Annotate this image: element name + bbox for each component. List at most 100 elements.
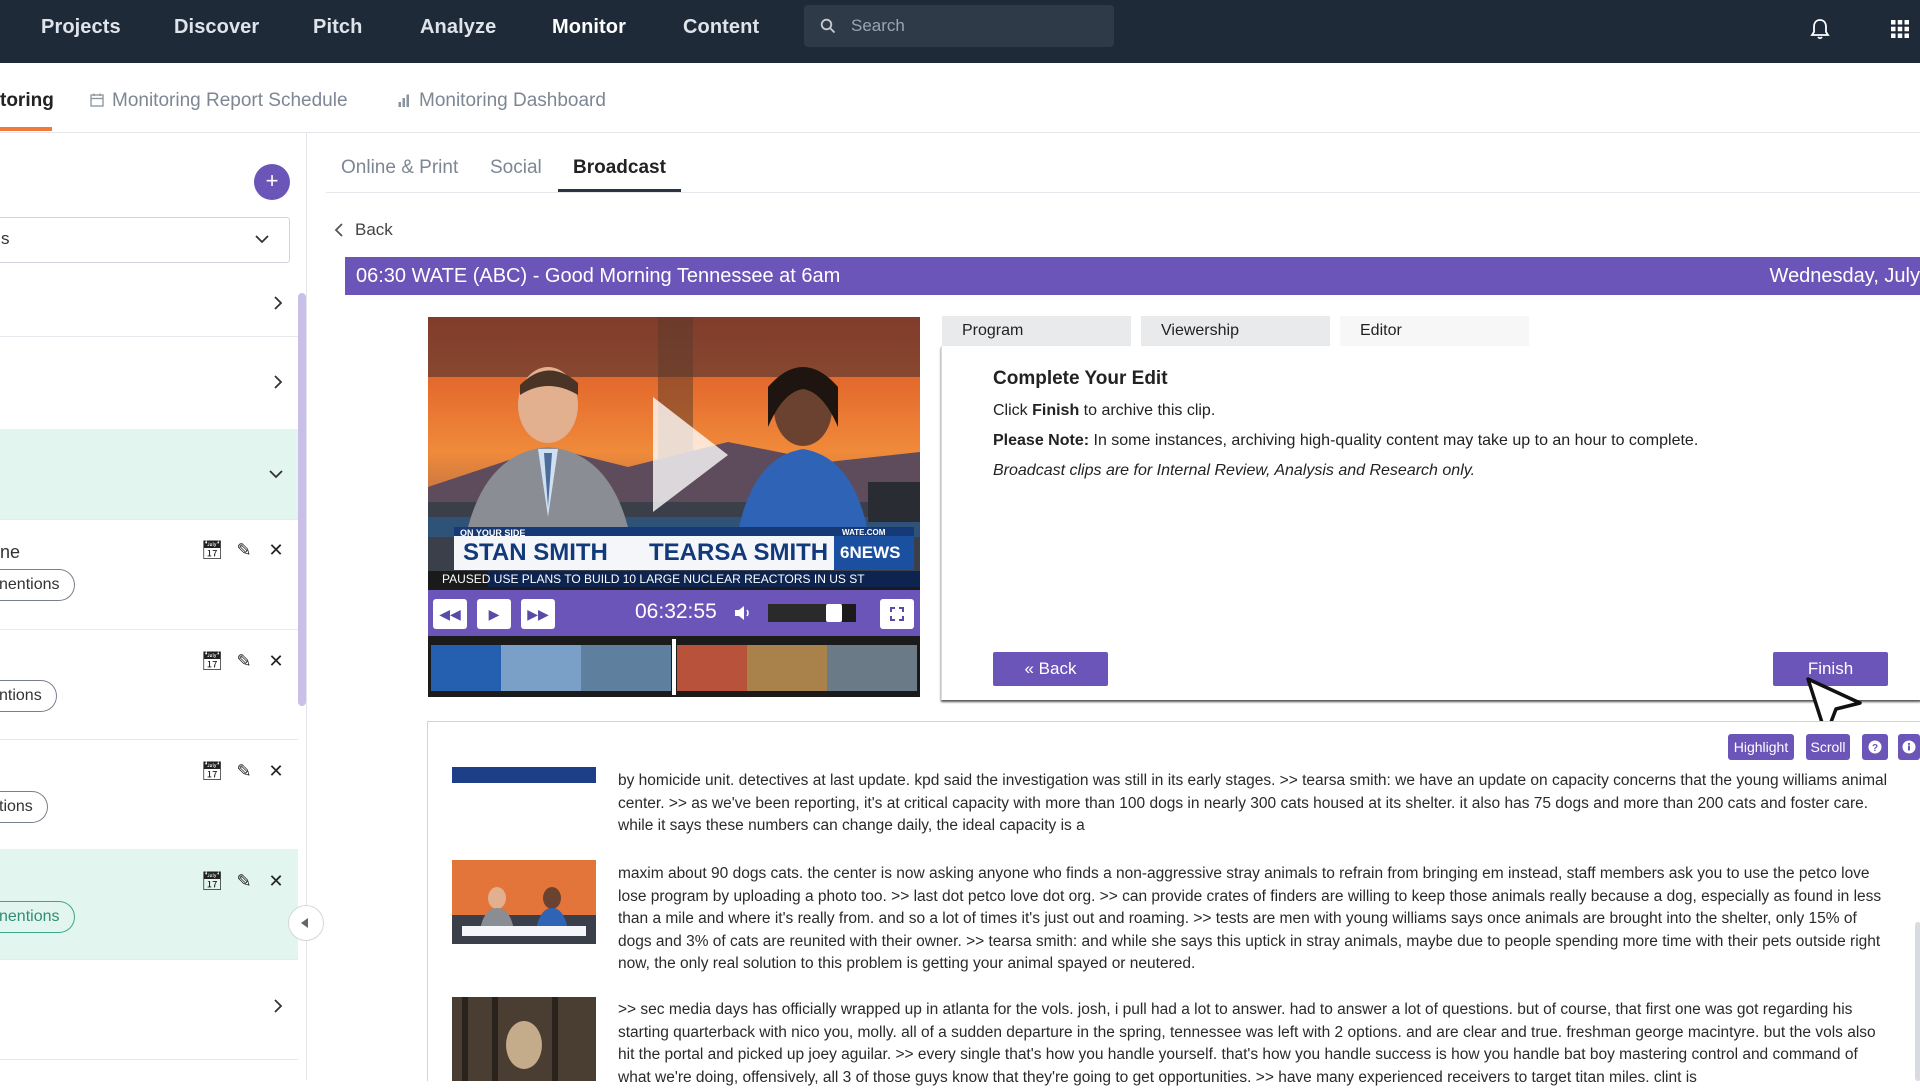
- monitor-item-name: ne: [0, 542, 21, 562]
- transcript-paragraph: by homicide unit. detectives at last upd…: [618, 772, 1888, 834]
- tab-online-print[interactable]: Online & Print: [341, 157, 458, 179]
- top-navbar: Projects Discover Pitch Analyze Monitor …: [0, 0, 1920, 63]
- nav-pitch[interactable]: Pitch: [313, 16, 362, 39]
- thumbnail-filmstrip[interactable]: [428, 639, 920, 695]
- search-input[interactable]: Search: [804, 5, 1114, 47]
- monitor-filter-dropdown[interactable]: s: [0, 217, 290, 263]
- lower-third-tag: ON YOUR SIDE: [460, 528, 526, 538]
- monitor-item-selected[interactable]: 📅︎ ✎ ✕ nentions: [0, 849, 298, 960]
- tab-editor[interactable]: Editor: [1340, 316, 1529, 346]
- clip-title: 06:30 WATE (ABC) - Good Morning Tennesse…: [356, 265, 841, 287]
- search-icon: [820, 18, 836, 34]
- calendar-icon[interactable]: 📅︎: [196, 871, 228, 892]
- calendar-icon[interactable]: 📅︎: [196, 651, 228, 672]
- subnav-active-indicator: [0, 127, 52, 131]
- search-placeholder: Search: [851, 16, 905, 35]
- calendar-icon[interactable]: 📅︎: [196, 540, 228, 561]
- playback-time: 06:32:55: [635, 600, 717, 623]
- volume-icon[interactable]: [734, 605, 752, 621]
- mentions-pill[interactable]: ntions: [0, 680, 57, 712]
- volume-slider[interactable]: [768, 604, 856, 622]
- monitor-group-row-expanded[interactable]: [0, 429, 298, 520]
- fullscreen-button[interactable]: [880, 599, 914, 629]
- close-icon[interactable]: ✕: [260, 651, 292, 672]
- nav-content[interactable]: Content: [683, 16, 759, 39]
- transcript-thumbnail[interactable]: [452, 997, 596, 1081]
- transcript-paragraph: >> sec media days has officially wrapped…: [618, 1001, 1876, 1086]
- monitor-item[interactable]: 📅︎ ✎ ✕ tions: [0, 739, 298, 850]
- monitor-list-panel: + s ne 📅︎ ✎ ✕ nentions 📅︎ ✎ ✕ ntions 📅︎ ✎ ✕ ti…: [0, 133, 324, 1080]
- fast-forward-button[interactable]: ▶▶: [521, 599, 555, 629]
- nav-analyze[interactable]: Analyze: [420, 16, 496, 39]
- help-button[interactable]: ?: [1862, 734, 1888, 760]
- monitor-group-row[interactable]: [0, 270, 298, 337]
- add-monitor-button[interactable]: +: [254, 164, 290, 200]
- volume-knob[interactable]: [826, 604, 842, 622]
- chevron-right-icon: [274, 375, 283, 389]
- subnav-tab-monitoring[interactable]: toring: [0, 90, 54, 112]
- svg-text:?: ?: [1872, 743, 1878, 754]
- station-url: WATE.COM: [842, 528, 886, 537]
- highlight-button[interactable]: Highlight: [1728, 734, 1794, 760]
- mentions-pill[interactable]: tions: [0, 791, 48, 823]
- transcript-paragraph: maxim about 90 dogs cats. the center is …: [618, 865, 1882, 972]
- chevron-right-icon: [274, 999, 283, 1013]
- mentions-pill[interactable]: nentions: [0, 901, 75, 933]
- edit-icon[interactable]: ✎: [228, 540, 260, 561]
- monitor-item[interactable]: 📅︎ ✎ ✕ ntions: [0, 629, 298, 740]
- monitor-group-row[interactable]: [0, 959, 298, 1060]
- editor-heading: Complete Your Edit: [993, 368, 1168, 389]
- clip-header-bar: 06:30 WATE (ABC) - Good Morning Tennesse…: [345, 257, 1920, 295]
- mentions-pill[interactable]: nentions: [0, 569, 75, 601]
- nav-discover[interactable]: Discover: [174, 16, 259, 39]
- bell-icon[interactable]: [1810, 18, 1830, 40]
- thumbnail-image: [452, 860, 596, 944]
- edit-icon[interactable]: ✎: [228, 871, 260, 892]
- caret-left-icon: [301, 918, 308, 928]
- info-button[interactable]: [1898, 734, 1920, 760]
- video-player[interactable]: ON YOUR SIDE WATE.COM STAN SMITH TEARSA …: [428, 317, 920, 697]
- ticker-text: PAUSED USE PLANS TO BUILD 10 LARGE NUCLE…: [442, 572, 865, 586]
- calendar-icon[interactable]: 📅︎: [196, 761, 228, 782]
- transcript-scrollbar[interactable]: [1915, 922, 1920, 1081]
- rewind-button[interactable]: ◀◀: [433, 599, 467, 629]
- info-icon: [1902, 740, 1916, 754]
- clip-date: Wednesday, July: [1769, 265, 1920, 287]
- fullscreen-icon: [890, 607, 904, 621]
- help-icon: ?: [1868, 740, 1882, 754]
- anchor-name-right: TEARSA SMITH: [649, 539, 829, 566]
- tab-program[interactable]: Program: [942, 316, 1131, 346]
- monitoring-subnav: toring Monitoring Report Schedule Monito…: [0, 63, 1920, 133]
- thumbnail-image: [452, 997, 596, 1081]
- subnav-report-schedule[interactable]: Monitoring Report Schedule: [112, 90, 348, 112]
- nav-projects[interactable]: Projects: [41, 16, 121, 39]
- tab-social[interactable]: Social: [490, 157, 542, 179]
- tabs-divider: [326, 192, 1920, 193]
- left-panel-scrollbar[interactable]: [298, 293, 306, 706]
- edit-icon[interactable]: ✎: [228, 651, 260, 672]
- subnav-dashboard[interactable]: Monitoring Dashboard: [419, 90, 606, 112]
- transcript-thumbnail[interactable]: [452, 767, 596, 783]
- volume-fill: [768, 604, 826, 622]
- scroll-button[interactable]: Scroll: [1806, 734, 1850, 760]
- close-icon[interactable]: ✕: [260, 761, 292, 782]
- close-icon[interactable]: ✕: [260, 871, 292, 892]
- editor-back-button[interactable]: « Back: [993, 652, 1108, 686]
- transcript-thumbnail[interactable]: [452, 860, 596, 944]
- nav-monitor[interactable]: Monitor: [552, 16, 626, 39]
- monitor-group-row[interactable]: [0, 337, 298, 430]
- close-icon[interactable]: ✕: [260, 540, 292, 561]
- tab-viewership[interactable]: Viewership: [1141, 316, 1330, 346]
- monitor-item[interactable]: ne 📅︎ ✎ ✕ nentions: [0, 519, 298, 630]
- tab-broadcast[interactable]: Broadcast: [573, 157, 666, 179]
- play-button[interactable]: ▶: [477, 599, 511, 629]
- editor-note: Please Note: In some instances, archivin…: [993, 432, 1699, 449]
- editor-disclaimer: Broadcast clips are for Internal Review,…: [993, 462, 1476, 479]
- calendar-icon: [90, 93, 104, 107]
- apps-grid-icon[interactable]: [1891, 20, 1909, 38]
- collapse-panel-button[interactable]: [288, 905, 324, 941]
- chevron-right-icon: [274, 296, 283, 310]
- transcript-panel: by homicide unit. detectives at last upd…: [427, 721, 1920, 1086]
- edit-icon[interactable]: ✎: [228, 761, 260, 782]
- editor-panel: Complete Your Edit Click Finish to archi…: [941, 346, 1920, 700]
